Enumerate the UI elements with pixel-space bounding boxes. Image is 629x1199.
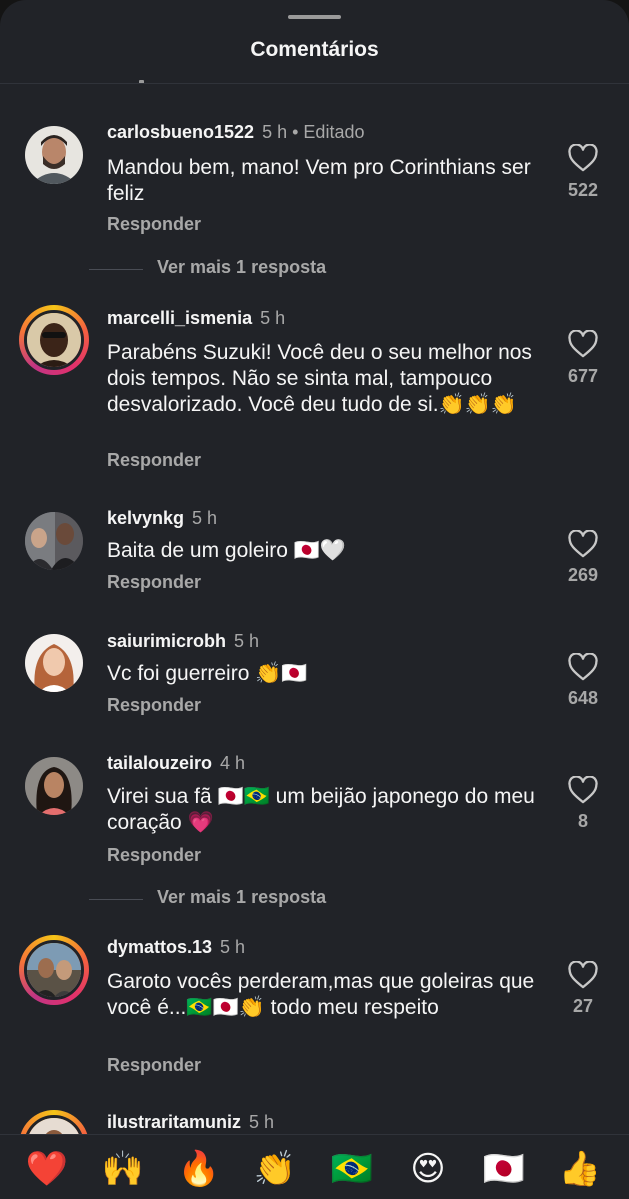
sheet-title: Comentários bbox=[250, 38, 379, 61]
comment-username[interactable]: dymattos.13 5 h bbox=[107, 937, 245, 958]
comment-username[interactable]: ilustraritamuniz 5 h bbox=[107, 1112, 274, 1133]
comment-time: 5 h bbox=[220, 937, 246, 957]
reply-button[interactable]: Responder bbox=[107, 450, 201, 471]
username-text[interactable]: kelvynkg bbox=[107, 508, 184, 528]
username-text[interactable]: marcelli_ismenia bbox=[107, 308, 252, 328]
reply-thread-line bbox=[89, 899, 143, 900]
like-heart-icon[interactable] bbox=[567, 330, 599, 358]
like-heart-icon[interactable] bbox=[567, 961, 599, 989]
username-text[interactable]: saiurimicrobh bbox=[107, 631, 226, 651]
thumbs-up-icon[interactable]: 👍 bbox=[558, 1147, 602, 1191]
comment-username[interactable]: marcelli_ismenia 5 h bbox=[107, 308, 285, 329]
reply-button[interactable]: Responder bbox=[107, 572, 201, 593]
like-count: 677 bbox=[567, 366, 599, 386]
like-count: 269 bbox=[567, 565, 599, 585]
japan-flag-icon[interactable]: 🇯🇵 bbox=[482, 1147, 526, 1191]
like-heart-icon[interactable] bbox=[567, 144, 599, 172]
comment-time: 5 h bbox=[249, 1112, 275, 1132]
avatar-image bbox=[25, 634, 83, 692]
view-more-replies[interactable]: Ver mais 1 resposta bbox=[89, 887, 509, 911]
comment-time: 4 h bbox=[220, 753, 246, 773]
avatar-image bbox=[27, 943, 81, 997]
comment-time: 5 h bbox=[260, 308, 286, 328]
comment-text: Virei sua fã 🇯🇵🇧🇷 um beijão japonego do … bbox=[107, 785, 535, 834]
comment-text: Baita de um goleiro 🇯🇵🤍 bbox=[107, 539, 347, 562]
comments-sheet: Comentários carlosbueno1522 5 h • Editado… bbox=[0, 0, 629, 1199]
avatar-image bbox=[25, 512, 83, 570]
reply-button[interactable]: Responder bbox=[107, 695, 201, 716]
like-count: 648 bbox=[567, 688, 599, 708]
avatar-image bbox=[25, 126, 83, 184]
comment-username[interactable]: kelvynkg 5 h bbox=[107, 508, 217, 529]
raising-hands-icon[interactable]: 🙌 bbox=[101, 1147, 145, 1191]
view-more-replies-label[interactable]: Ver mais 1 resposta bbox=[157, 257, 326, 278]
like-count: 8 bbox=[577, 811, 588, 831]
like-heart-icon[interactable] bbox=[567, 530, 599, 558]
comment-username[interactable]: saiurimicrobh 5 h bbox=[107, 631, 259, 652]
comment-username[interactable]: tailalouzeiro 4 h bbox=[107, 753, 245, 774]
comment-text: Parabéns Suzuki! Você deu o seu melhor n… bbox=[107, 341, 532, 416]
comment-text: Mandou bem, mano! Vem pro Corinthians se… bbox=[107, 156, 531, 205]
header-divider bbox=[0, 83, 629, 84]
reply-button[interactable]: Responder bbox=[107, 214, 201, 235]
avatar-image bbox=[25, 757, 83, 815]
comment-text: Vc foi guerreiro 👏🇯🇵 bbox=[107, 662, 308, 685]
view-more-replies[interactable]: Ver mais 1 resposta bbox=[89, 257, 509, 281]
reply-button[interactable]: Responder bbox=[107, 1055, 201, 1076]
avatar[interactable] bbox=[25, 126, 83, 184]
fire-icon[interactable]: 🔥 bbox=[177, 1147, 221, 1191]
comment-time: 5 h bbox=[192, 508, 218, 528]
view-more-replies-label[interactable]: Ver mais 1 resposta bbox=[157, 887, 326, 908]
username-text[interactable]: carlosbueno1522 bbox=[107, 122, 254, 142]
comment-text: Garoto vocês perderam,mas que goleiras q… bbox=[107, 970, 535, 1019]
like-count: 27 bbox=[572, 996, 594, 1016]
comment-username[interactable]: carlosbueno1522 5 h • Editado bbox=[107, 122, 364, 143]
avatar[interactable] bbox=[25, 757, 83, 815]
like-heart-icon[interactable] bbox=[567, 653, 599, 681]
avatar[interactable] bbox=[19, 305, 89, 375]
avatar[interactable] bbox=[19, 935, 89, 1005]
red-heart-icon[interactable]: ❤️ bbox=[25, 1147, 69, 1191]
username-text[interactable]: ilustraritamuniz bbox=[107, 1112, 241, 1132]
avatar-image bbox=[27, 313, 81, 367]
like-count: 522 bbox=[567, 180, 599, 200]
emoji-reaction-bar: ❤️ 🙌 🔥 👏 🇧🇷 😍 🇯🇵 👍 bbox=[0, 1134, 629, 1199]
like-heart-icon[interactable] bbox=[567, 776, 599, 804]
username-text[interactable]: dymattos.13 bbox=[107, 937, 212, 957]
reply-button[interactable]: Responder bbox=[107, 845, 201, 866]
clapping-hands-icon[interactable]: 👏 bbox=[253, 1147, 297, 1191]
edited-label: • Editado bbox=[292, 122, 365, 142]
avatar[interactable] bbox=[25, 634, 83, 692]
reply-thread-line bbox=[89, 269, 143, 270]
comment-time: 5 h bbox=[262, 122, 288, 142]
username-text[interactable]: tailalouzeiro bbox=[107, 753, 212, 773]
heart-eyes-icon[interactable]: 😍 bbox=[406, 1147, 450, 1191]
avatar[interactable] bbox=[25, 512, 83, 570]
drag-handle[interactable] bbox=[288, 15, 341, 19]
brazil-flag-icon[interactable]: 🇧🇷 bbox=[330, 1147, 374, 1191]
comment-time: 5 h bbox=[234, 631, 260, 651]
